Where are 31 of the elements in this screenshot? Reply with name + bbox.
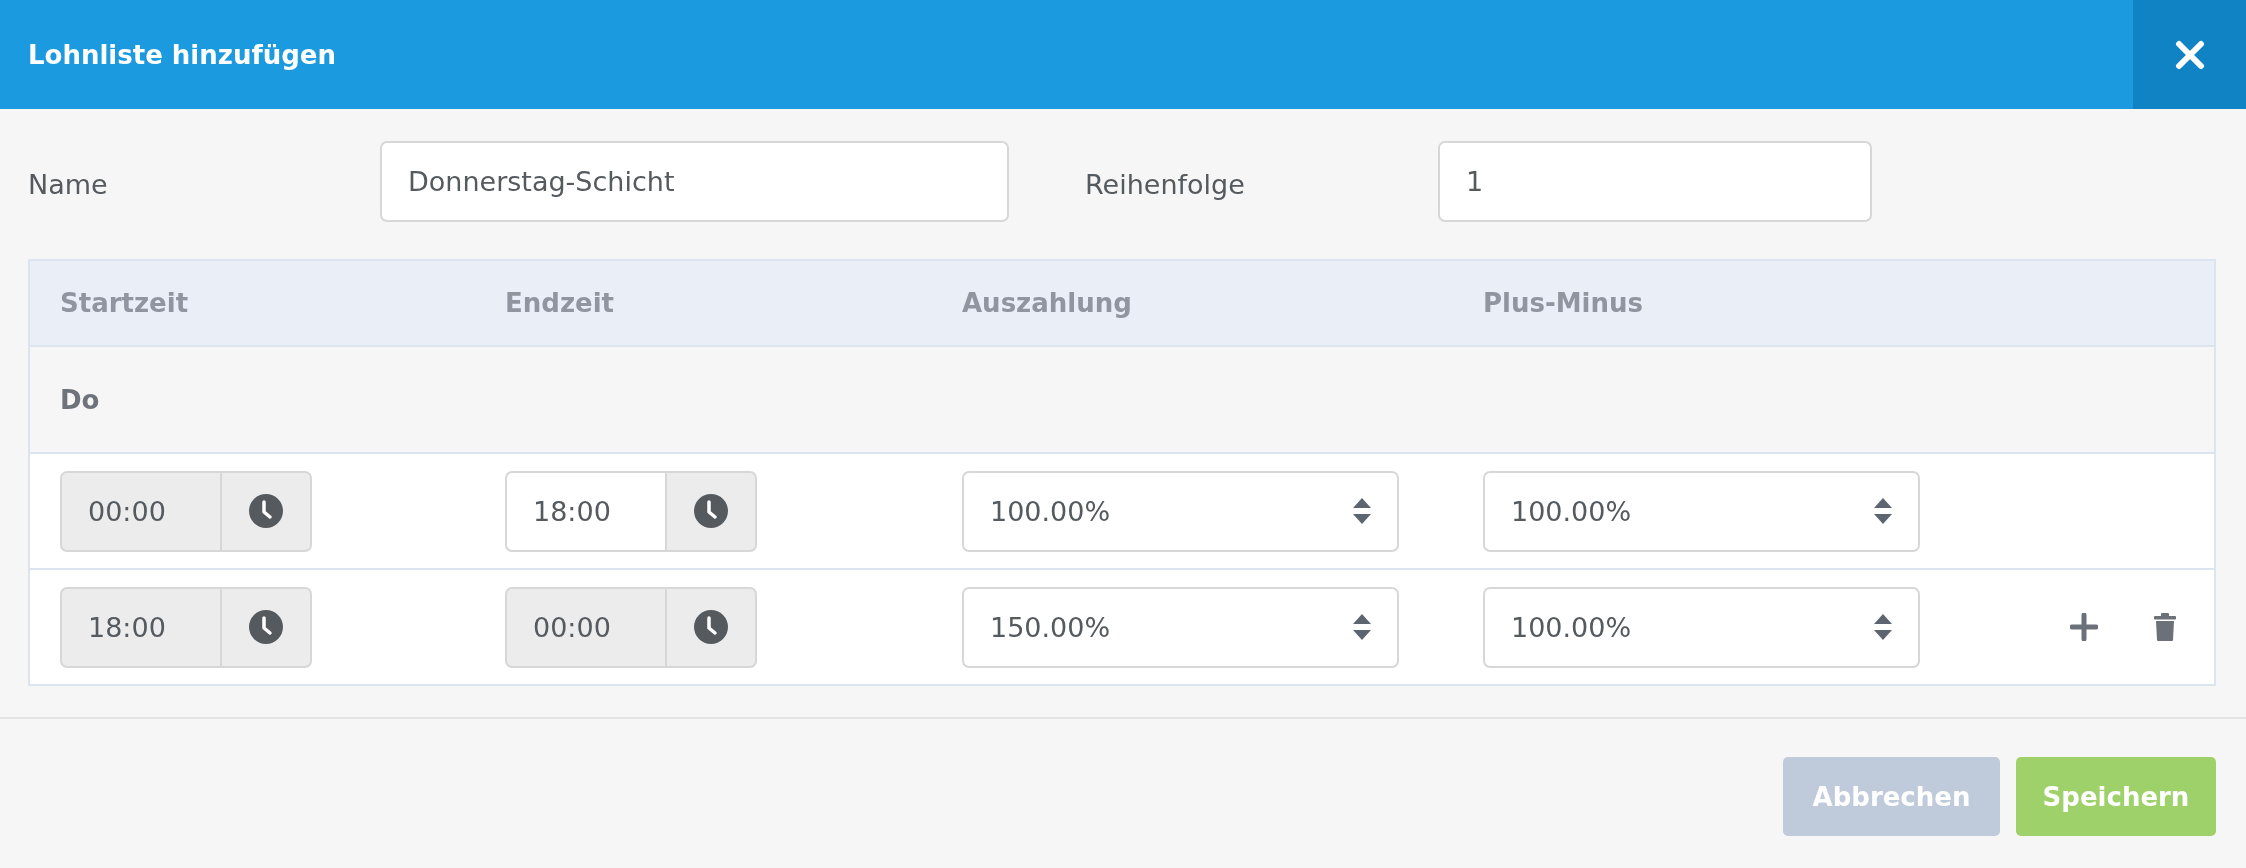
name-input-field[interactable]: Donnerstag-Schicht	[380, 140, 1009, 222]
clock-button[interactable]	[220, 470, 312, 552]
order-input-field[interactable]: 1	[1438, 140, 1872, 222]
column-header: Plus-Minus	[1483, 288, 1645, 318]
clock-button[interactable]	[665, 586, 757, 668]
clock-icon	[694, 610, 728, 644]
field-label: Reihenfolge	[1085, 167, 1246, 200]
percent-select[interactable]: 150.00%	[962, 586, 1399, 668]
plus-icon	[2070, 613, 2098, 641]
clock-button[interactable]	[220, 586, 312, 668]
trash-icon	[2154, 613, 2176, 641]
clock-icon	[249, 610, 283, 644]
group-label: Do	[60, 384, 100, 415]
sort-arrows-icon	[1874, 614, 1892, 640]
sort-arrows-icon	[1353, 498, 1371, 524]
column-header: Endzeit	[505, 288, 615, 318]
clock-button[interactable]	[665, 470, 757, 552]
dialog-title: Lohnliste hinzufügen	[28, 39, 336, 70]
close-icon	[2174, 39, 2205, 70]
column-header: Startzeit	[60, 288, 190, 318]
percent-select[interactable]: 100.00%	[1483, 470, 1920, 552]
column-header: Auszahlung	[962, 288, 1133, 318]
percent-select[interactable]: 100.00%	[1483, 586, 1920, 668]
clock-icon	[694, 494, 728, 528]
time-input-field[interactable]: 18:00	[505, 470, 665, 552]
percent-select[interactable]: 100.00%	[962, 470, 1399, 552]
sort-arrows-icon	[1353, 614, 1371, 640]
close-button[interactable]	[2133, 0, 2246, 109]
sort-arrows-icon	[1874, 498, 1892, 524]
field-label: Name	[28, 167, 109, 200]
clock-icon	[249, 494, 283, 528]
